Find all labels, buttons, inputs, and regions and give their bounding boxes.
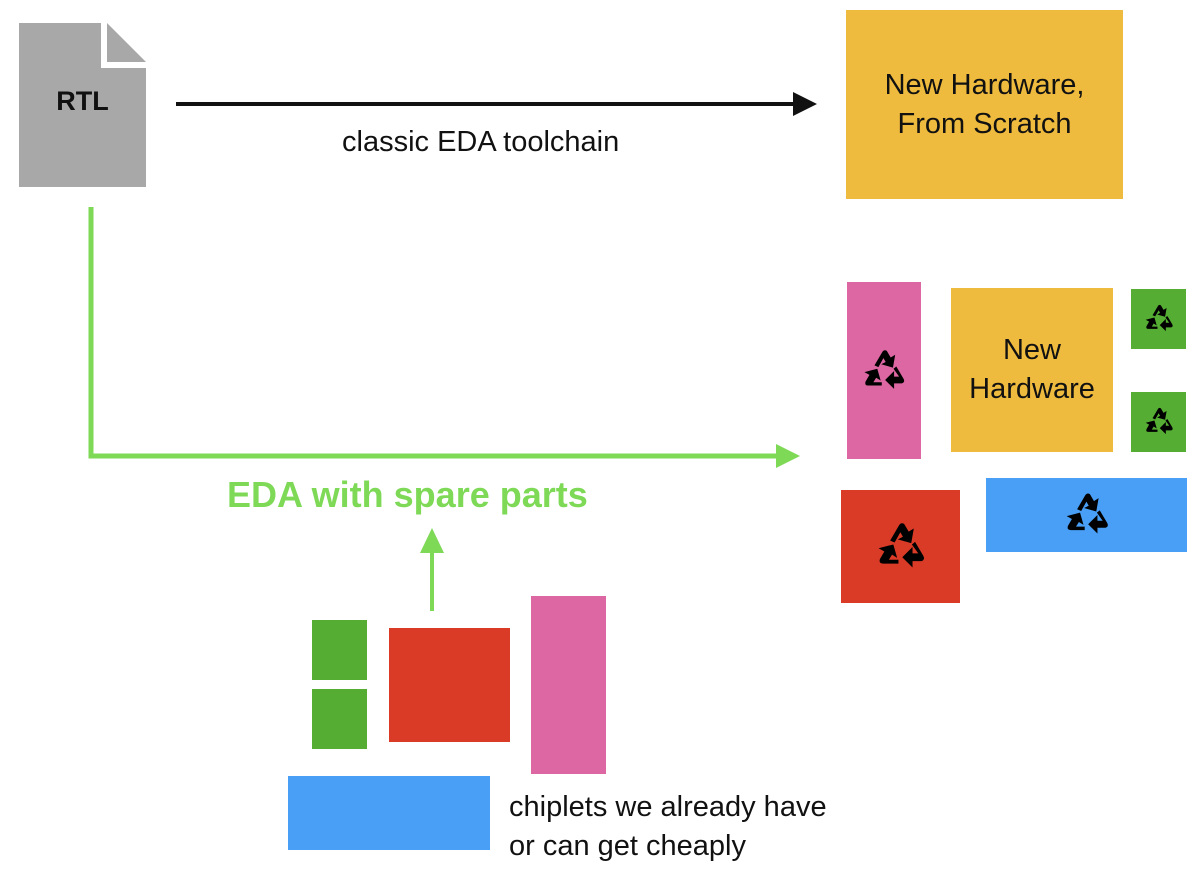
recycle-icon <box>1145 407 1173 435</box>
classic-eda-label: classic EDA toolchain <box>342 126 620 158</box>
new-hardware-box: New Hardware <box>951 288 1113 452</box>
pool-chiplet-pink <box>531 596 606 774</box>
recycled-chiplet-blue <box>986 478 1187 552</box>
recycle-icon <box>1145 304 1173 332</box>
recycled-chiplet-green-1 <box>1131 289 1186 349</box>
recycled-chiplet-pink <box>847 282 921 459</box>
pool-chiplet-red <box>389 628 510 742</box>
spare-parts-label: EDA with spare parts <box>227 474 588 515</box>
pool-chiplet-blue <box>288 776 490 850</box>
scratch-line2: From Scratch <box>897 107 1072 140</box>
recycle-icon <box>1066 493 1108 534</box>
classic-eda-arrow <box>176 92 817 116</box>
new-hardware-line1: New <box>1002 334 1061 366</box>
rtl-label: RTL <box>56 86 109 116</box>
chiplets-feed-arrow <box>420 528 444 611</box>
chiplet-pool-caption-line1: chiplets we already have <box>509 791 827 823</box>
spare-parts-arrow <box>88 207 800 468</box>
recycle-icon <box>864 349 905 389</box>
scratch-line1: New Hardware, <box>884 68 1085 101</box>
chiplet-pool-caption-line2: or can get cheaply <box>509 830 746 862</box>
recycled-chiplet-green-2 <box>1131 392 1186 452</box>
pool-chiplet-green-2 <box>312 689 367 749</box>
new-hardware-line2: Hardware <box>969 373 1095 405</box>
new-hardware-from-scratch-box: New Hardware, From Scratch <box>846 10 1123 199</box>
recycled-chiplet-red <box>841 490 960 603</box>
pool-chiplet-green-1 <box>312 620 367 680</box>
recycle-icon <box>878 522 924 567</box>
